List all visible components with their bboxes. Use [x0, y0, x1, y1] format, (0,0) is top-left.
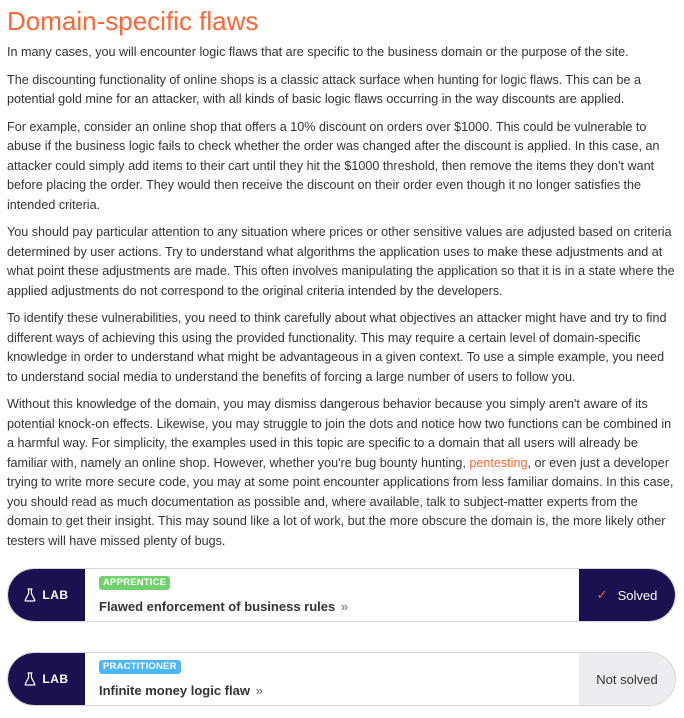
status-badge-not-solved: Not solved — [579, 653, 675, 705]
paragraph-intro: In many cases, you will encounter logic … — [7, 45, 629, 59]
status-label: Solved — [617, 587, 658, 603]
paragraph-identify: To identify these vulnerabilities, you n… — [7, 311, 667, 384]
lab-card-infinite-money[interactable]: LAB PRACTITIONER Infinite money logic fl… — [7, 652, 676, 706]
double-chevron-right-icon: » — [340, 599, 349, 614]
paragraph-attention: You should pay particular attention to a… — [7, 225, 675, 298]
paragraph-example: For example, consider an online shop tha… — [7, 119, 660, 212]
lab-title-text: Infinite money logic flaw — [99, 683, 250, 698]
status-badge-solved: ✓ Solved — [579, 569, 675, 621]
lab-title-link[interactable]: Flawed enforcement of business rules » — [99, 599, 579, 614]
lab-badge: LAB — [8, 569, 85, 621]
flask-icon — [24, 588, 36, 602]
lab-card-flawed-enforcement[interactable]: LAB APPRENTICE Flawed enforcement of bus… — [7, 568, 676, 622]
check-icon: ✓ — [596, 587, 608, 602]
lab-body: PRACTITIONER Infinite money logic flaw » — [85, 653, 579, 705]
flask-icon — [24, 672, 36, 686]
lab-title-text: Flawed enforcement of business rules — [99, 599, 336, 614]
level-tag-practitioner: PRACTITIONER — [99, 660, 181, 674]
lab-badge-label: LAB — [42, 588, 69, 602]
level-tag-apprentice: APPRENTICE — [99, 576, 171, 590]
article: Domain-specific flaws In many cases, you… — [0, 5, 684, 551]
lab-title-link[interactable]: Infinite money logic flaw » — [99, 683, 579, 698]
double-chevron-right-icon: » — [255, 683, 263, 698]
lab-badge: LAB — [8, 653, 85, 705]
paragraph-discounting: The discounting functionality of online … — [7, 72, 641, 107]
lab-badge-label: LAB — [42, 672, 69, 686]
status-label: Not solved — [596, 671, 658, 687]
paragraph-domain-knowledge: Without this knowledge of the domain, yo… — [7, 395, 677, 551]
page-title: Domain-specific flaws — [7, 6, 259, 36]
lab-body: APPRENTICE Flawed enforcement of busines… — [85, 569, 579, 621]
pentesting-link[interactable]: pentesting — [469, 456, 527, 470]
